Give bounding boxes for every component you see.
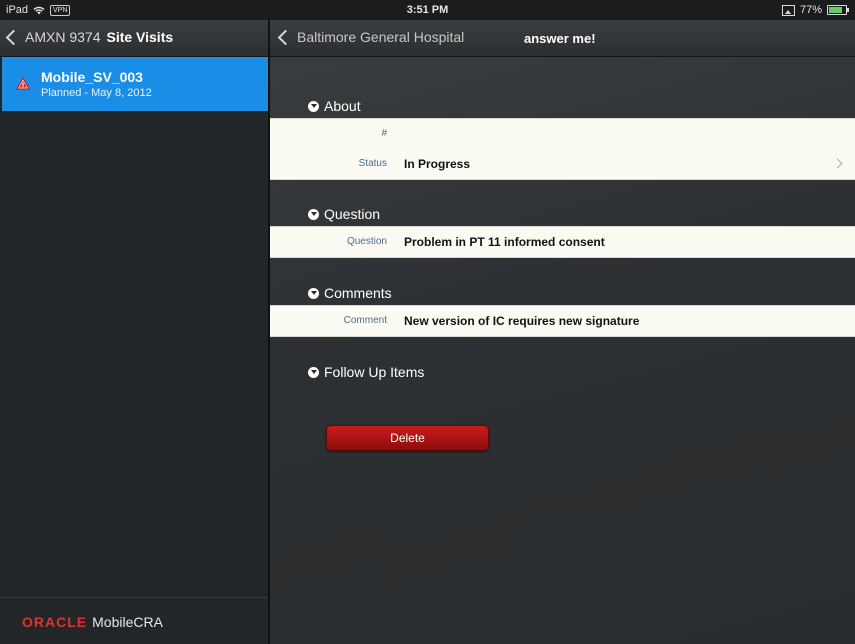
- status-label: Status: [358, 158, 387, 169]
- question-value: Problem in PT 11 informed consent: [404, 235, 605, 249]
- status-value: In Progress: [404, 157, 471, 171]
- section-header-follow-up[interactable]: Follow Up Items: [308, 364, 424, 380]
- master-pane: AMXN 9374 Site Visits Mobile_SV_003 Plan…: [0, 20, 270, 644]
- comment-value: New version of IC requires new signature: [404, 314, 640, 328]
- master-footer: ORACLE MobileCRA: [0, 597, 268, 644]
- list-item-title: Mobile_SV_003: [41, 69, 143, 85]
- detail-navbar: Baltimore General Hospital answer me!: [270, 20, 855, 57]
- question-group: Question Problem in PT 11 informed conse…: [270, 226, 855, 258]
- battery-icon: [827, 5, 849, 15]
- collapse-icon: [308, 208, 319, 220]
- battery-percent: 77%: [799, 4, 822, 16]
- section-title: Follow Up Items: [324, 364, 425, 380]
- status-right: 77%: [781, 4, 849, 16]
- chevron-left-icon: [5, 29, 22, 46]
- product-name: MobileCRA: [92, 614, 163, 630]
- collapse-icon: [308, 366, 319, 378]
- chevron-left-icon: [277, 29, 294, 46]
- collapse-icon: [308, 287, 319, 299]
- back-button-label: AMXN 9374: [25, 29, 101, 45]
- section-header-about[interactable]: About: [308, 98, 361, 114]
- status-time: 3:51 PM: [406, 4, 449, 16]
- section-header-question[interactable]: Question: [308, 206, 380, 222]
- picture-frame-icon: [781, 4, 795, 16]
- number-label: #: [381, 128, 387, 139]
- delete-button[interactable]: Delete: [326, 425, 489, 451]
- list-item-site-visit[interactable]: Mobile_SV_003 Planned - May 8, 2012: [2, 57, 268, 111]
- section-header-comments[interactable]: Comments: [308, 285, 392, 301]
- section-title: About: [324, 98, 361, 114]
- detail-title: answer me!: [524, 31, 596, 46]
- master-title: Site Visits: [106, 29, 174, 45]
- number-row: #: [270, 119, 855, 149]
- detail-pane: Baltimore General Hospital answer me! Ab…: [270, 20, 855, 644]
- master-navbar: AMXN 9374 Site Visits: [0, 20, 268, 57]
- chevron-right-icon: [832, 158, 843, 169]
- about-group: # Status In Progress: [270, 118, 855, 180]
- section-title: Question: [324, 206, 381, 222]
- comment-row[interactable]: Comment New version of IC requires new s…: [270, 306, 855, 336]
- status-bar: iPad VPN 3:51 PM 77%: [0, 0, 855, 20]
- status-row[interactable]: Status In Progress: [270, 149, 855, 179]
- warning-icon: [16, 77, 30, 90]
- detail-back-button[interactable]: Baltimore General Hospital: [277, 29, 465, 46]
- oracle-logo: ORACLE: [22, 614, 88, 630]
- oracle-branding: ORACLE MobileCRA: [22, 614, 163, 630]
- list-item-subtitle: Planned - May 8, 2012: [41, 87, 152, 99]
- question-row[interactable]: Question Problem in PT 11 informed conse…: [270, 227, 855, 257]
- question-label: Question: [346, 236, 387, 247]
- detail-back-label: Baltimore General Hospital: [297, 29, 465, 45]
- back-button[interactable]: AMXN 9374 Site Visits: [5, 29, 174, 46]
- comment-label: Comment: [343, 315, 387, 326]
- collapse-icon: [308, 100, 319, 112]
- section-title: Comments: [324, 285, 392, 301]
- comments-group: Comment New version of IC requires new s…: [270, 305, 855, 337]
